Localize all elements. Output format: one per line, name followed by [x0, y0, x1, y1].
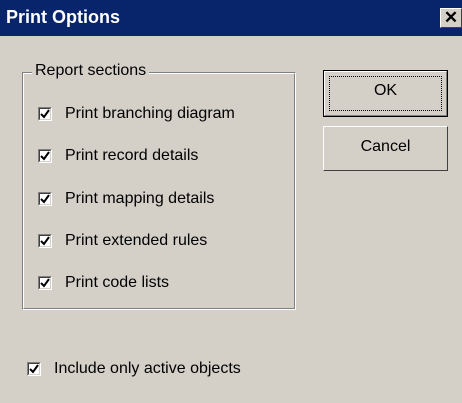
checkbox-print-mapping-details[interactable]	[38, 192, 52, 206]
checkbox-print-branching-diagram[interactable]	[38, 107, 52, 121]
checkmark-icon	[40, 194, 50, 204]
checkbox-print-record-details[interactable]	[38, 149, 52, 163]
label-print-branching-diagram[interactable]: Print branching diagram	[65, 105, 235, 123]
close-button[interactable]: ✕	[440, 8, 462, 28]
cancel-button[interactable]: Cancel	[323, 126, 448, 171]
report-sections-legend: Report sections	[32, 62, 150, 80]
checkbox-print-extended-rules[interactable]	[38, 234, 52, 248]
checkmark-icon	[40, 151, 50, 161]
label-print-code-lists[interactable]: Print code lists	[65, 274, 169, 292]
ok-button[interactable]: OK	[323, 70, 448, 117]
ok-button-label: OK	[373, 82, 398, 99]
label-print-record-details[interactable]: Print record details	[65, 147, 198, 165]
label-include-only-active-objects[interactable]: Include only active objects	[54, 360, 241, 378]
checkmark-icon	[29, 364, 39, 374]
dialog-title: Print Options	[6, 7, 120, 27]
label-print-mapping-details[interactable]: Print mapping details	[65, 190, 214, 208]
cancel-button-label: Cancel	[360, 138, 411, 155]
label-print-extended-rules[interactable]: Print extended rules	[65, 232, 207, 250]
title-bar[interactable]: Print Options ✕	[0, 0, 462, 36]
print-options-dialog: Print Options ✕ Report sections Print br…	[0, 0, 462, 403]
checkmark-icon	[40, 109, 50, 119]
checkmark-icon	[40, 278, 50, 288]
checkbox-print-code-lists[interactable]	[38, 276, 52, 290]
checkmark-icon	[40, 236, 50, 246]
checkbox-include-only-active-objects[interactable]	[27, 362, 41, 376]
close-icon: ✕	[443, 8, 459, 27]
